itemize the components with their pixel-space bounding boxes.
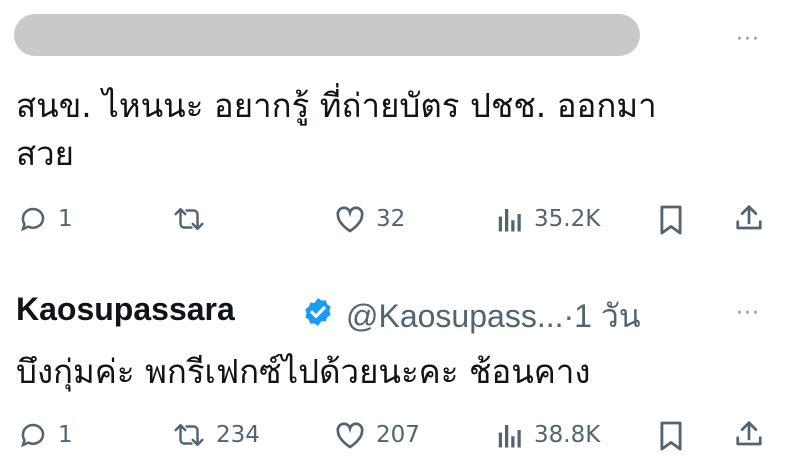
more-options-icon[interactable]: ··· xyxy=(736,303,760,325)
share-icon xyxy=(736,421,762,446)
tweet1-retweet-button[interactable] xyxy=(172,204,216,234)
more-options-icon[interactable]: ··· xyxy=(736,29,760,51)
tweet1-text-line2: สวย xyxy=(16,134,75,173)
retweet-icon xyxy=(174,424,204,446)
bookmark-icon xyxy=(660,421,682,451)
tweet1-bookmark-button[interactable] xyxy=(658,204,684,236)
redacted-username-bar xyxy=(14,14,640,56)
tweet2-reply-button[interactable]: 1 xyxy=(18,420,73,450)
bookmark-icon xyxy=(660,205,682,235)
tweet2-author-name[interactable]: Kaosupassara xyxy=(16,291,235,328)
heart-icon xyxy=(336,422,364,449)
tweet1-like-count: 32 xyxy=(376,206,406,232)
heart-icon xyxy=(336,206,364,233)
tweet1-views-button[interactable]: 35.2K xyxy=(496,204,600,234)
verified-badge-icon xyxy=(305,298,331,326)
tweet2-handle-time[interactable]: @Kaosupass...·1 วัน xyxy=(346,291,641,342)
tweet2-retweet-count: 234 xyxy=(216,422,260,448)
tweet1-text-line1: สนข. ไหนนะ อยากรู้ ที่ถ่ายบัตร ปชช. ออกม… xyxy=(16,86,657,125)
tweet2-views-count: 38.8K xyxy=(534,422,601,448)
reply-icon xyxy=(20,423,45,448)
retweet-icon xyxy=(174,208,204,230)
tweet1-like-button[interactable]: 32 xyxy=(334,204,405,234)
tweet2-bookmark-button[interactable] xyxy=(658,420,684,452)
reply-icon xyxy=(20,207,45,232)
share-icon xyxy=(736,205,762,230)
views-icon xyxy=(498,209,521,232)
tweet1-share-button[interactable] xyxy=(734,202,764,234)
tweet1-views-count: 35.2K xyxy=(534,206,601,232)
views-icon xyxy=(498,425,521,448)
tweet2-like-button[interactable]: 207 xyxy=(334,420,420,450)
tweet1-reply-button[interactable]: 1 xyxy=(18,204,73,234)
tweet2-like-count: 207 xyxy=(376,422,420,448)
tweet1-reply-count: 1 xyxy=(58,206,73,232)
tweet2-retweet-button[interactable]: 234 xyxy=(172,420,260,450)
tweet2-views-button[interactable]: 38.8K xyxy=(496,420,600,450)
tweet2-share-button[interactable] xyxy=(734,418,764,450)
tweet2-text: บึงกุ่มค่ะ พกรีเฟกซ์ไปด้วยนะคะ ช้อนคาง xyxy=(16,352,591,391)
tweet2-reply-count: 1 xyxy=(58,422,73,448)
